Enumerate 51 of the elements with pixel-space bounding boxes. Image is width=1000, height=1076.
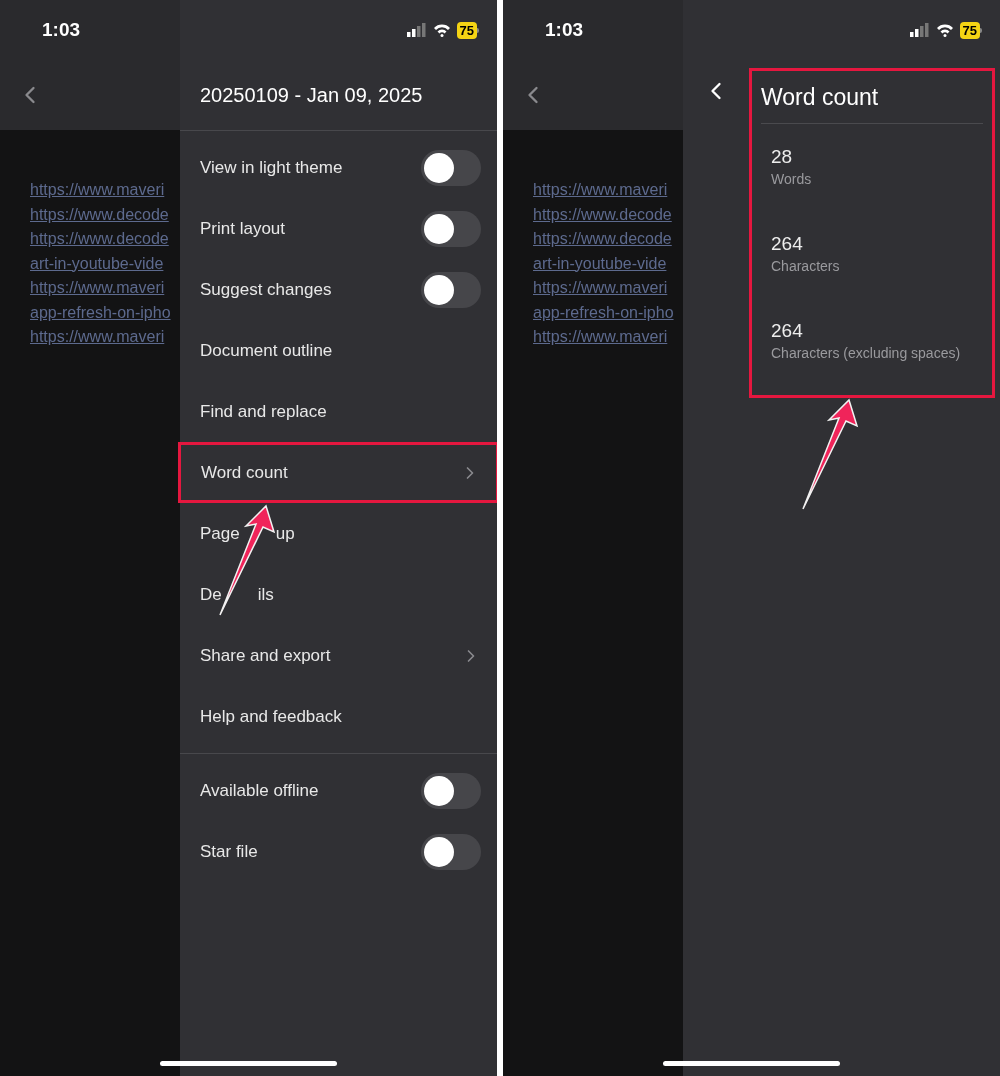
document-link[interactable]: app-refresh-on-ipho (30, 300, 180, 325)
menu-item[interactable]: Page up (180, 503, 497, 564)
menu-item[interactable]: Print layout (180, 198, 497, 259)
toggle-switch[interactable] (421, 271, 481, 308)
battery-level: 75 (959, 21, 980, 39)
panel-title: Word count (761, 82, 880, 112)
stat-label: Characters (excluding spaces) (771, 343, 962, 363)
menu-label-fragment: up (275, 522, 295, 545)
wifi-icon (935, 23, 954, 37)
toggle-switch[interactable] (421, 210, 481, 247)
wifi-icon (432, 23, 451, 37)
menu-item[interactable]: Suggest changes (180, 259, 497, 320)
document-link[interactable]: https://www.decode (533, 227, 683, 252)
document-link[interactable]: https://www.maveri (30, 178, 180, 203)
stat-label: Words (771, 169, 813, 189)
toggle-switch[interactable] (421, 772, 481, 809)
menu-item[interactable]: Share and export (180, 625, 497, 686)
status-time: 1:03 (42, 17, 81, 42)
document-link[interactable]: https://www.decode (30, 227, 180, 252)
signal-icon (909, 23, 930, 37)
menu-item[interactable]: Document outline (180, 320, 497, 381)
menu-item[interactable]: De ils (180, 564, 497, 625)
menu-label-fragment: ils (257, 583, 274, 606)
menu-label-fragment: Page (200, 522, 240, 545)
menu-item[interactable]: Star file (180, 821, 497, 882)
stat-value: 264 (771, 319, 804, 343)
battery-level: 75 (456, 21, 477, 39)
document-title: 20250109 - Jan 09, 2025 (199, 83, 424, 108)
document-link[interactable]: https://www.decode (30, 202, 180, 227)
menu-item[interactable]: Help and feedback (180, 686, 497, 747)
stat-value: 28 (771, 145, 794, 169)
document-link[interactable]: https://www.maveri (533, 276, 683, 301)
document-link[interactable]: https://www.maveri (30, 325, 180, 350)
toggle-switch[interactable] (421, 833, 481, 870)
document-link[interactable]: art-in-youtube-vide (533, 251, 683, 276)
signal-icon (406, 23, 427, 37)
menu-item[interactable]: View in light theme (180, 137, 497, 198)
document-link[interactable]: app-refresh-on-ipho (533, 300, 683, 325)
stat-value: 264 (771, 232, 804, 256)
menu-item[interactable]: Word count (178, 442, 497, 503)
menu-item[interactable]: Available offline (180, 760, 497, 821)
menu-item[interactable]: Find and replace (180, 381, 497, 442)
document-link[interactable]: https://www.maveri (533, 178, 683, 203)
status-time: 1:03 (545, 17, 584, 42)
document-link[interactable]: https://www.maveri (30, 276, 180, 301)
document-link[interactable]: https://www.maveri (533, 325, 683, 350)
document-link[interactable]: https://www.decode (533, 202, 683, 227)
document-link[interactable]: art-in-youtube-vide (30, 251, 180, 276)
menu-label-fragment: De (200, 583, 222, 606)
toggle-switch[interactable] (421, 149, 481, 186)
stat-label: Characters (771, 256, 841, 276)
